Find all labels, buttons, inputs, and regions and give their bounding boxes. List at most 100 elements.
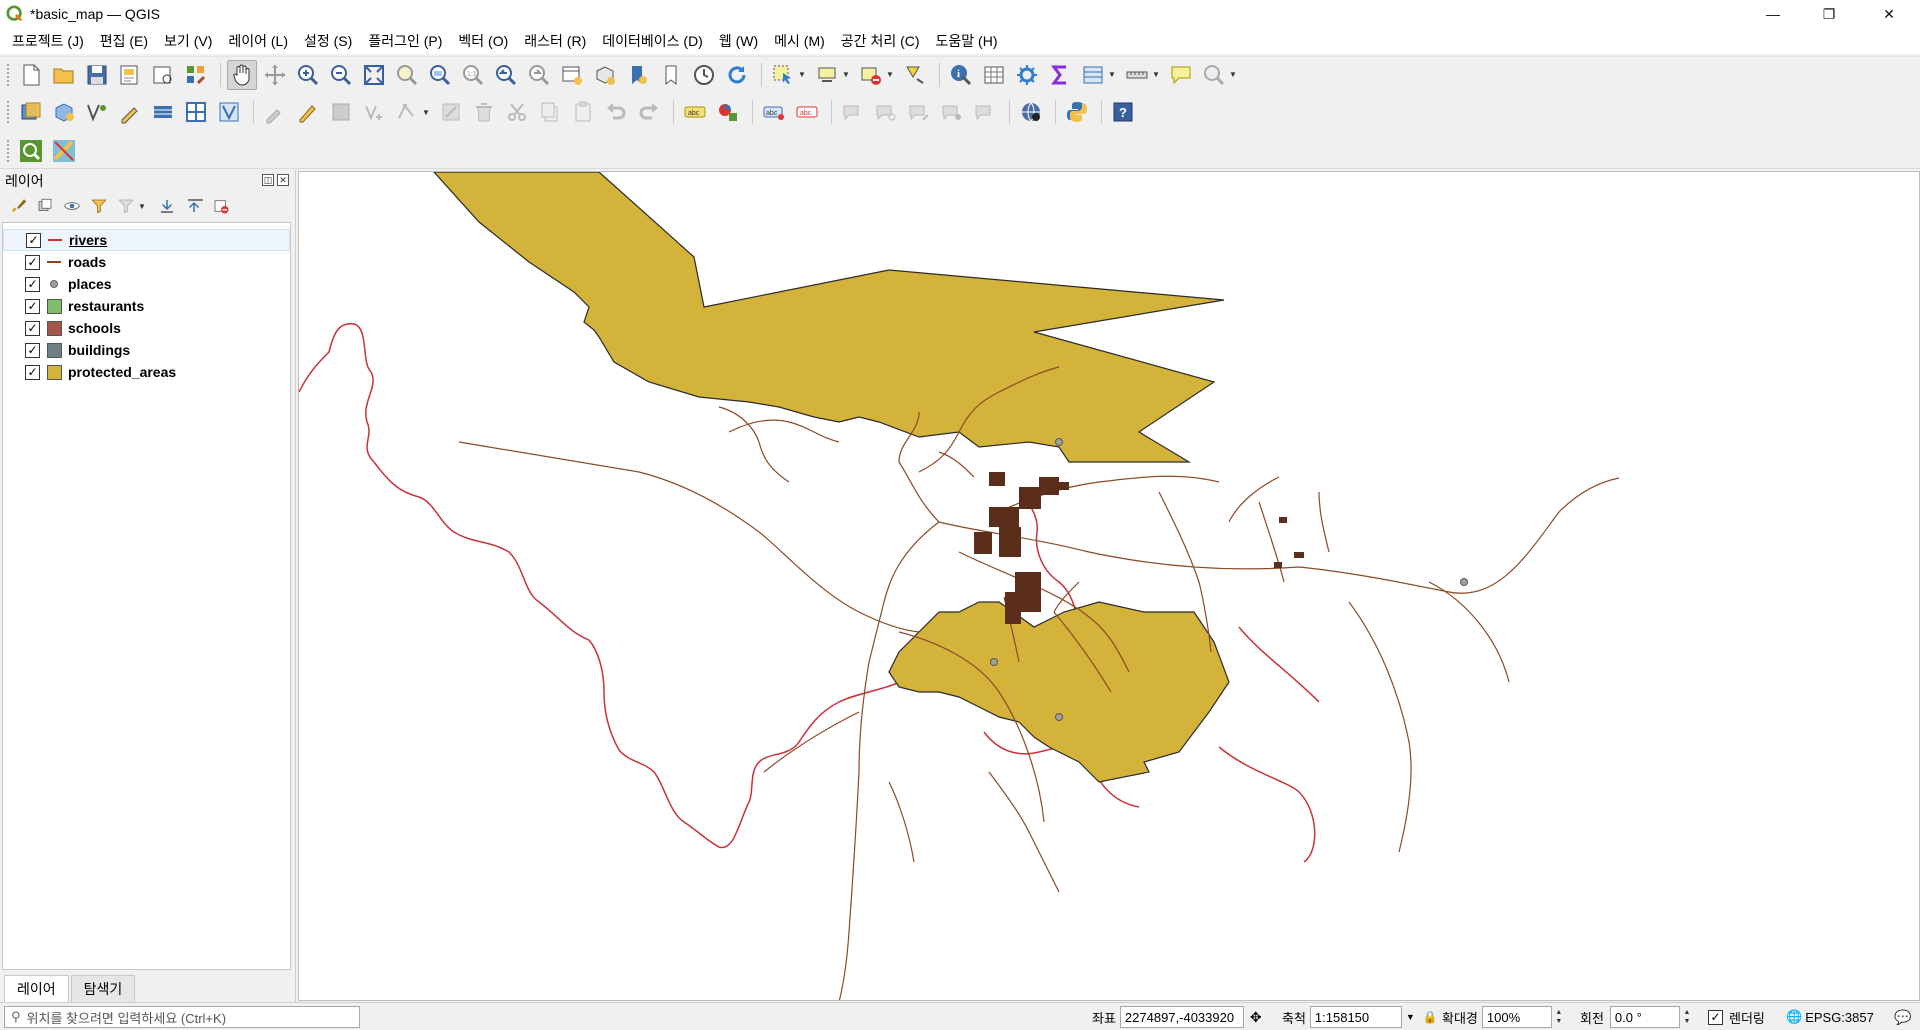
menu-edit[interactable]: 편집 (E) (92, 31, 156, 51)
rotate-label-button[interactable] (871, 97, 901, 127)
zoom-in-button[interactable] (293, 60, 323, 90)
refresh-button[interactable] (722, 60, 752, 90)
close-panel-button[interactable]: ✕ (277, 174, 289, 186)
qgis-search-plugin-button[interactable] (16, 136, 46, 166)
modify-attributes-button[interactable] (436, 97, 466, 127)
menu-vector[interactable]: 벡터 (O) (450, 31, 516, 51)
layer-row-restaurants[interactable]: ✓ restaurants (3, 295, 290, 317)
expand-all-button[interactable] (155, 195, 179, 217)
save-edits-button[interactable] (326, 97, 356, 127)
digitize-line-button[interactable] (115, 97, 145, 127)
float-panel-button[interactable]: ◫ (262, 174, 274, 186)
show-hide-labels-button[interactable] (937, 97, 967, 127)
magnifier-spinner[interactable]: ▲ ▼ (1552, 1007, 1566, 1027)
layer-row-buildings[interactable]: ✓ buildings (3, 339, 290, 361)
quickmapservices-button[interactable] (1016, 97, 1046, 127)
minimize-button[interactable]: — (1750, 0, 1796, 28)
python-console-button[interactable] (1062, 97, 1092, 127)
layer-visibility-checkbox[interactable]: ✓ (25, 276, 40, 292)
redo-button[interactable] (634, 97, 664, 127)
select-location-button[interactable] (900, 60, 930, 90)
copy-features-button[interactable] (535, 97, 565, 127)
measure-dropdown[interactable]: ▼ (1152, 70, 1162, 79)
add-feature-button[interactable] (359, 97, 389, 127)
add-wms-layer-button[interactable] (148, 97, 178, 127)
layer-visibility-checkbox[interactable]: ✓ (25, 342, 40, 358)
menu-settings[interactable]: 설정 (S) (296, 31, 360, 51)
zoom-to-layer-button[interactable] (425, 60, 455, 90)
menu-web[interactable]: 웹 (W) (711, 31, 766, 51)
current-edits-button[interactable] (260, 97, 290, 127)
filter-expression-button[interactable] (114, 195, 138, 217)
remove-layer-button[interactable] (209, 195, 233, 217)
pan-to-selection-button[interactable] (260, 60, 290, 90)
data-source-manager-button[interactable] (16, 97, 46, 127)
menu-raster[interactable]: 래스터 (R) (516, 31, 594, 51)
attribute-table-dropdown[interactable]: ▼ (1108, 70, 1118, 79)
diagram-button[interactable] (713, 97, 743, 127)
deselect-dropdown[interactable]: ▼ (886, 70, 896, 79)
processing-toolbox-button[interactable] (1012, 60, 1042, 90)
style-manager-button[interactable] (181, 60, 211, 90)
locator-search-input[interactable]: ⚲ 위치를 찾으려면 입력하세요 (Ctrl+K) (4, 1006, 360, 1028)
zoom-full-button[interactable] (359, 60, 389, 90)
zoom-to-selection-button[interactable] (392, 60, 422, 90)
highlight-labels-button[interactable]: abc (792, 97, 822, 127)
menu-view[interactable]: 보기 (V) (156, 31, 220, 51)
layout-manager-button[interactable] (115, 60, 145, 90)
label-properties-button[interactable] (970, 97, 1000, 127)
collapse-all-button[interactable] (182, 195, 206, 217)
deselect-features-button[interactable] (856, 60, 886, 90)
locate-features-button[interactable] (1199, 60, 1229, 90)
crs-display[interactable]: 🌐 EPSG:3857 (1786, 1006, 1874, 1028)
map-canvas[interactable] (298, 171, 1920, 1001)
new-geopackage-button[interactable] (49, 97, 79, 127)
layer-visibility-checkbox[interactable]: ✓ (26, 232, 41, 248)
help-button[interactable]: ? (1108, 97, 1138, 127)
new-bookmark-button[interactable] (623, 60, 653, 90)
move-label-button[interactable] (838, 97, 868, 127)
layer-row-schools[interactable]: ✓ schools (3, 317, 290, 339)
select-by-value-button[interactable] (812, 60, 842, 90)
layer-visibility-checkbox[interactable]: ✓ (25, 254, 40, 270)
temporal-controller-button[interactable] (689, 60, 719, 90)
add-group-button[interactable] (33, 195, 57, 217)
pin-labels-button[interactable]: abc (759, 97, 789, 127)
add-virtual-layer-button[interactable] (181, 97, 211, 127)
scale-dropdown-icon[interactable]: ▼ (1406, 1012, 1415, 1022)
new-map-view-button[interactable] (557, 60, 587, 90)
layer-visibility-checkbox[interactable]: ✓ (25, 298, 40, 314)
menu-layer[interactable]: 레이어 (L) (220, 31, 296, 51)
open-project-button[interactable] (49, 60, 79, 90)
toggle-extents-icon[interactable]: ✥ (1250, 1009, 1262, 1026)
tab-layers[interactable]: 레이어 (4, 975, 69, 1003)
restore-button[interactable]: ❐ (1806, 0, 1852, 28)
identify-features-button[interactable]: i (946, 60, 976, 90)
label-layer-button[interactable]: abc (680, 97, 710, 127)
messages-button[interactable]: 💬 (1894, 1006, 1911, 1028)
open-attribute-table-button[interactable] (979, 60, 1009, 90)
select-value-dropdown[interactable]: ▼ (842, 70, 852, 79)
add-vector-layer-button[interactable] (82, 97, 112, 127)
zoom-last-button[interactable] (491, 60, 521, 90)
zoom-next-button[interactable] (524, 60, 554, 90)
magnifier-field[interactable]: 100% (1481, 1006, 1552, 1028)
toolbar-grip[interactable] (6, 100, 10, 124)
locate-dropdown[interactable]: ▼ (1229, 70, 1239, 79)
tab-browser[interactable]: 탐색기 (70, 975, 136, 1003)
manage-visibility-button[interactable] (60, 195, 84, 217)
new-3d-view-button[interactable] (590, 60, 620, 90)
layer-row-places[interactable]: ✓ places (3, 273, 290, 295)
toolbar-grip[interactable] (6, 138, 10, 163)
menu-processing[interactable]: 공간 처리 (C) (833, 31, 928, 51)
statistical-summary-button[interactable] (1045, 60, 1075, 90)
undo-button[interactable] (601, 97, 631, 127)
toggle-editing-button[interactable] (293, 97, 323, 127)
change-label-button[interactable] (904, 97, 934, 127)
layer-styling-button[interactable] (6, 195, 30, 217)
rotation-spinner[interactable]: ▲ ▼ (1680, 1007, 1694, 1027)
vertex-tool-dropdown[interactable]: ▼ (422, 108, 432, 117)
close-button[interactable]: ✕ (1866, 0, 1912, 28)
rotation-field[interactable]: 0.0 ° (1609, 1006, 1680, 1028)
lock-scale-icon[interactable]: 🔒 (1423, 1010, 1438, 1024)
